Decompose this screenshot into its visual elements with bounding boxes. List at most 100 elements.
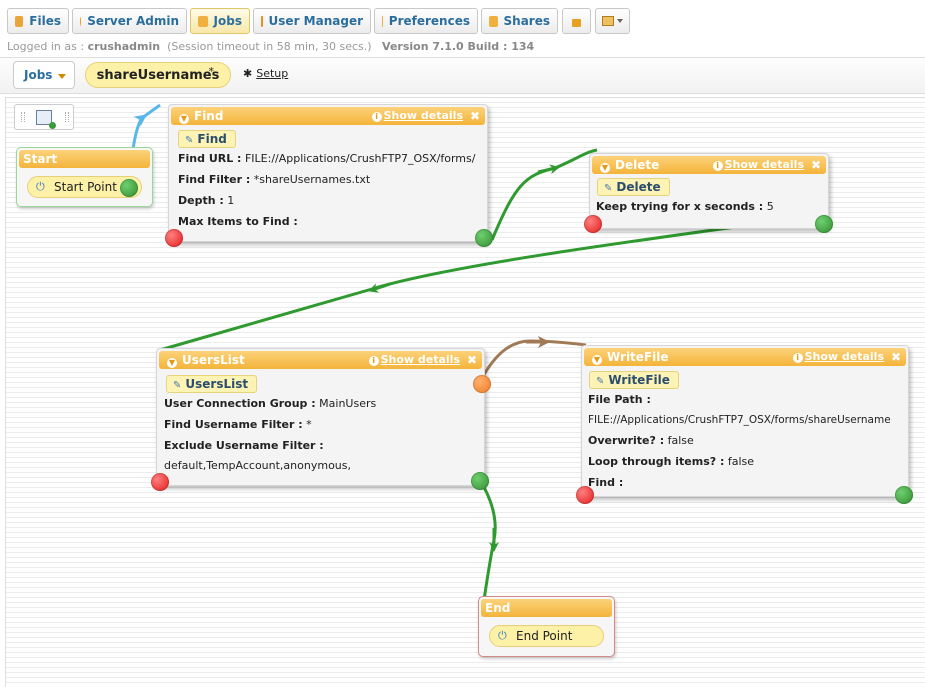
power-icon: ⏻ xyxy=(36,180,45,193)
param-row: Find URL : FILE://Applications/CrushFTP7… xyxy=(178,152,475,165)
task-type-label: Find xyxy=(197,132,227,146)
collapse-icon[interactable]: ▼ xyxy=(592,355,602,365)
end-node-header: End xyxy=(481,599,612,617)
userslist-success-connector[interactable] xyxy=(471,472,489,490)
param-row: Find Filter : *shareUsernames.txt xyxy=(178,173,370,186)
task-type-chip-delete[interactable]: ✎ Delete xyxy=(597,178,670,196)
task-node-find[interactable]: ▼ Find i Show details ✖ ✎ Find Find URL : F… xyxy=(165,104,493,247)
param-key: Max Items to Find : xyxy=(178,215,298,228)
power-icon: ⏻ xyxy=(498,629,507,642)
param-key: Exclude Username Filter : xyxy=(164,439,324,452)
show-details-link[interactable]: i Show details xyxy=(712,156,804,174)
param-key: User Connection Group : xyxy=(164,397,316,410)
collapse-icon[interactable]: ▼ xyxy=(167,358,177,368)
param-value: FILE://Applications/CrushFTP7_OSX/forms/… xyxy=(588,414,891,426)
close-icon[interactable]: ✖ xyxy=(467,351,477,369)
collapse-icon[interactable]: ▼ xyxy=(179,114,189,124)
param-value: FILE://Applications/CrushFTP7_OSX/forms/ xyxy=(244,152,476,165)
param-row: Find Username Filter : * xyxy=(164,418,312,431)
task-node-delete[interactable]: ▼ Delete i Show details ✖ ✎ Delete Keep try… xyxy=(584,153,833,233)
link-userslist-to-writefile xyxy=(480,339,587,379)
param-value: MainUsers xyxy=(319,397,377,410)
show-details-link[interactable]: i Show details xyxy=(368,351,460,369)
close-icon[interactable]: ✖ xyxy=(891,348,901,366)
start-point-label: Start Point xyxy=(54,180,117,194)
writefile-fail-connector[interactable] xyxy=(576,486,594,504)
param-row: Find : xyxy=(588,476,623,489)
userslist-fail-connector[interactable] xyxy=(151,473,169,491)
param-key: Find : xyxy=(588,476,624,489)
find-fail-connector[interactable] xyxy=(165,229,183,247)
end-point-label: End Point xyxy=(516,629,573,643)
param-key: Find Filter : xyxy=(178,173,251,186)
show-details-label: Show details xyxy=(724,158,804,171)
userslist-error-connector[interactable] xyxy=(473,375,491,393)
pencil-icon: ✎ xyxy=(604,183,613,194)
start-node-header: Start xyxy=(19,150,150,168)
param-value: false xyxy=(727,455,755,468)
link-start-to-find-arrow xyxy=(133,103,161,127)
close-icon[interactable]: ✖ xyxy=(811,156,821,174)
param-key: Depth : xyxy=(178,194,224,207)
param-row: File Path : xyxy=(588,393,651,406)
info-icon: i xyxy=(712,161,723,171)
task-header-find[interactable]: ▼ Find i Show details ✖ xyxy=(171,107,485,125)
task-title-delete: Delete xyxy=(615,158,660,172)
delete-fail-connector[interactable] xyxy=(584,215,602,233)
end-node-title: End xyxy=(485,601,511,615)
end-point-pill[interactable]: ⏻ End Point xyxy=(489,625,604,647)
param-value: default,TempAccount,anonymous, xyxy=(164,459,351,472)
task-type-label: UsersList xyxy=(185,377,249,391)
link-find-to-delete-arrow xyxy=(537,164,560,175)
param-key: File Path : xyxy=(588,393,651,406)
task-node-writefile[interactable]: ▼ WriteFile i Show details ✖ ✎ WriteFile Fi… xyxy=(576,345,913,504)
task-node-userslist[interactable]: ▼ UsersList i Show details ✖ ✎ UsersList Us… xyxy=(151,348,491,491)
start-node-title: Start xyxy=(23,152,58,166)
show-details-label: Show details xyxy=(383,109,463,122)
task-header-writefile[interactable]: ▼ WriteFile i Show details ✖ xyxy=(584,348,906,366)
param-row: Depth : 1 xyxy=(178,194,234,207)
task-header-delete[interactable]: ▼ Delete i Show details ✖ xyxy=(592,156,826,174)
info-icon: i xyxy=(371,112,382,122)
delete-success-connector[interactable] xyxy=(815,215,833,233)
task-type-chip-find[interactable]: ✎ Find xyxy=(178,130,236,148)
param-key: Keep trying for x seconds : xyxy=(596,200,764,213)
task-header-userslist[interactable]: ▼ UsersList i Show details ✖ xyxy=(159,351,482,369)
param-row: Exclude Username Filter : xyxy=(164,439,324,452)
param-value: *shareUsernames.txt xyxy=(253,173,371,186)
close-icon[interactable]: ✖ xyxy=(470,107,480,125)
param-row: User Connection Group : MainUsers xyxy=(164,397,376,410)
info-icon: i xyxy=(368,356,379,366)
param-value: 1 xyxy=(227,194,235,207)
task-type-chip-userslist[interactable]: ✎ UsersList xyxy=(166,375,258,393)
task-type-label: WriteFile xyxy=(608,373,670,387)
param-row: Max Items to Find : xyxy=(178,215,298,228)
collapse-icon[interactable]: ▼ xyxy=(600,163,610,173)
end-node[interactable]: End ⏻ End Point xyxy=(478,596,615,657)
task-title-userslist: UsersList xyxy=(182,353,245,367)
param-row: FILE://Applications/CrushFTP7_OSX/forms/… xyxy=(588,414,891,426)
param-value: false xyxy=(667,434,694,447)
start-node[interactable]: Start ⏻ Start Point xyxy=(16,147,153,207)
pencil-icon: ✎ xyxy=(185,135,194,146)
task-title-writefile: WriteFile xyxy=(607,350,669,364)
show-details-label: Show details xyxy=(804,350,884,363)
param-row: Loop through items? : false xyxy=(588,455,754,468)
task-type-label: Delete xyxy=(616,180,661,194)
param-key: Find Username Filter : xyxy=(164,418,303,431)
task-title-find: Find xyxy=(194,109,224,123)
show-details-link[interactable]: i Show details xyxy=(792,348,884,366)
param-key: Find URL : xyxy=(178,152,242,165)
param-value: * xyxy=(306,418,312,431)
param-row: Keep trying for x seconds : 5 xyxy=(596,200,774,213)
show-details-label: Show details xyxy=(380,353,460,366)
writefile-success-connector[interactable] xyxy=(895,486,913,504)
pencil-icon: ✎ xyxy=(596,376,605,387)
find-success-connector[interactable] xyxy=(475,229,493,247)
start-success-connector[interactable] xyxy=(120,179,138,197)
param-row: default,TempAccount,anonymous, xyxy=(164,459,351,472)
show-details-link[interactable]: i Show details xyxy=(371,107,463,125)
pencil-icon: ✎ xyxy=(173,380,182,391)
info-icon: i xyxy=(792,353,803,363)
task-type-chip-writefile[interactable]: ✎ WriteFile xyxy=(589,371,679,389)
